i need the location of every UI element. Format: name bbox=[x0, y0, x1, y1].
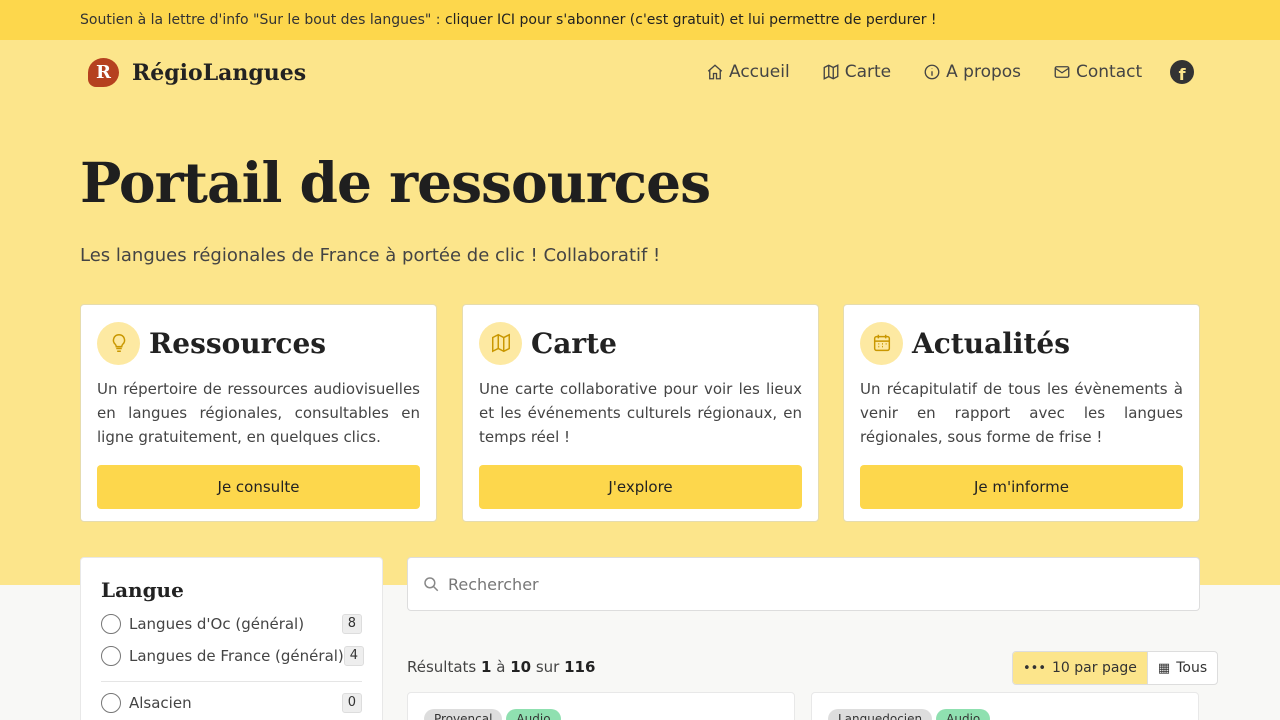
results-prefix: Résultats bbox=[407, 658, 482, 676]
consult-button[interactable]: Je consulte bbox=[97, 465, 420, 509]
nav-about[interactable]: A propos bbox=[923, 60, 1021, 84]
nav-map-label: Carte bbox=[844, 62, 892, 82]
nav-contact[interactable]: Contact bbox=[1053, 60, 1142, 84]
page-subtitle: Les langues régionales de France à porté… bbox=[80, 245, 661, 266]
card-news: Actualités Un récapitulatif de tous les … bbox=[843, 304, 1200, 522]
per-page-label: 10 par page bbox=[1052, 660, 1137, 676]
card-description: Un récapitulatif de tous les évènements … bbox=[860, 380, 1183, 446]
card-resources: Ressources Un répertoire de ressources a… bbox=[80, 304, 437, 522]
ellipsis-icon: ••• bbox=[1023, 660, 1047, 676]
type-tag: Audio bbox=[506, 709, 561, 720]
results-mid: à bbox=[491, 658, 511, 676]
brand-name: RégioLangues bbox=[132, 59, 307, 86]
card-description: Une carte collaborative pour voir les li… bbox=[479, 380, 802, 446]
search-bar bbox=[407, 557, 1200, 611]
nav-contact-label: Contact bbox=[1076, 62, 1143, 82]
brand[interactable]: R RégioLangues bbox=[88, 58, 306, 87]
filter-option-label: Langues d'Oc (général) bbox=[129, 615, 305, 633]
show-all-label: Tous bbox=[1176, 660, 1208, 676]
filter-option[interactable]: Langues d'Oc (général) 8 bbox=[101, 608, 362, 640]
facebook-icon[interactable]: f bbox=[1170, 60, 1195, 84]
card-title: Carte bbox=[531, 326, 617, 360]
results-to: 10 bbox=[510, 658, 532, 676]
info-icon bbox=[924, 64, 940, 80]
card-description: Un répertoire de ressources audiovisuell… bbox=[97, 380, 420, 446]
home-icon bbox=[707, 64, 723, 80]
lightbulb-icon bbox=[97, 321, 140, 365]
nav-home[interactable]: Accueil bbox=[706, 60, 790, 84]
explore-button[interactable]: J'explore bbox=[479, 465, 802, 509]
results-total: 116 bbox=[564, 658, 596, 676]
map-icon bbox=[823, 64, 839, 80]
filter-option[interactable]: Alsacien 0 bbox=[101, 687, 362, 719]
map-icon bbox=[479, 321, 522, 365]
search-icon bbox=[424, 577, 439, 592]
language-tag: Languedocien bbox=[828, 709, 933, 720]
filter-option-label: Langues de France (général) bbox=[129, 647, 344, 665]
card-title: Actualités bbox=[912, 326, 1070, 360]
radio-button[interactable] bbox=[101, 614, 121, 634]
result-card[interactable]: Provençal Audio bbox=[407, 692, 795, 720]
results-summary: Résultats 1 à 10 sur 116 bbox=[407, 658, 595, 676]
search-input[interactable] bbox=[448, 574, 1148, 594]
language-filter: Langue Langues d'Oc (général) 8 Langues … bbox=[80, 557, 383, 720]
main-nav: Accueil Carte A propos Contact f bbox=[706, 60, 1195, 84]
page-title: Portail de ressources bbox=[80, 150, 711, 215]
results-sur: sur bbox=[531, 658, 565, 676]
language-tag: Provençal bbox=[424, 709, 503, 720]
type-tag: Audio bbox=[936, 709, 991, 720]
card-map: Carte Une carte collaborative pour voir … bbox=[462, 304, 819, 522]
count-badge: 8 bbox=[341, 614, 362, 634]
count-badge: 0 bbox=[341, 693, 362, 713]
subscribe-link[interactable]: cliquer ICI pour s'abonner (c'est gratui… bbox=[445, 12, 937, 28]
results-from: 1 bbox=[481, 658, 492, 676]
nav-about-label: A propos bbox=[946, 62, 1022, 82]
inform-button[interactable]: Je m'informe bbox=[860, 465, 1183, 509]
per-page-button[interactable]: ••• 10 par page bbox=[1013, 652, 1148, 684]
filter-heading: Langue bbox=[101, 578, 184, 602]
filter-option[interactable]: Langues de France (général) 4 bbox=[101, 640, 365, 672]
nav-home-label: Accueil bbox=[729, 62, 790, 82]
divider bbox=[101, 681, 362, 682]
view-toggle: ••• 10 par page ▦ Tous bbox=[1012, 651, 1219, 685]
grid-icon: ▦ bbox=[1157, 660, 1171, 676]
result-card[interactable]: Languedocien Audio bbox=[811, 692, 1199, 720]
radio-button[interactable] bbox=[101, 693, 121, 713]
nav-map[interactable]: Carte bbox=[822, 60, 891, 84]
logo-icon: R bbox=[88, 58, 119, 87]
filter-option-label: Alsacien bbox=[129, 694, 192, 712]
count-badge: 4 bbox=[343, 646, 365, 666]
newsletter-banner: Soutien à la lettre d'info "Sur le bout … bbox=[0, 0, 1280, 40]
calendar-icon bbox=[860, 321, 903, 365]
card-title: Ressources bbox=[149, 326, 327, 360]
envelope-icon bbox=[1054, 66, 1070, 78]
banner-text: Soutien à la lettre d'info "Sur le bout … bbox=[80, 12, 445, 28]
show-all-button[interactable]: ▦ Tous bbox=[1148, 652, 1217, 684]
radio-button[interactable] bbox=[101, 646, 121, 666]
